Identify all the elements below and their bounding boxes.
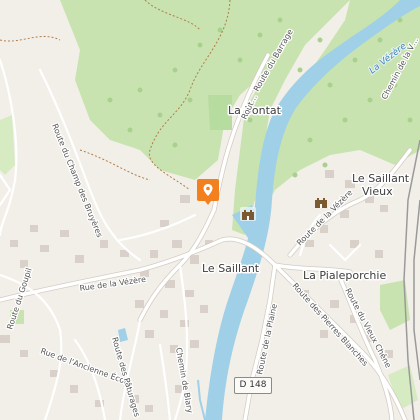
label-le-saillant: Le Saillant	[202, 262, 260, 275]
label-la-bontat: La Bontat	[228, 104, 282, 117]
label-le-saillant-vieux-1: Le Saillant	[352, 172, 410, 185]
location-pin-icon[interactable]	[196, 178, 220, 206]
castle-icon[interactable]	[240, 207, 256, 221]
map-view[interactable]: La Bontat Le Saillant Le Saillant Vieux …	[0, 0, 420, 420]
map-canvas: La Bontat Le Saillant Le Saillant Vieux …	[0, 0, 420, 420]
label-la-pialeporchie: La Pialeporchie	[303, 269, 386, 282]
road-shield-d148: D 148	[234, 377, 272, 394]
label-le-saillant-vieux-2: Vieux	[362, 185, 393, 198]
